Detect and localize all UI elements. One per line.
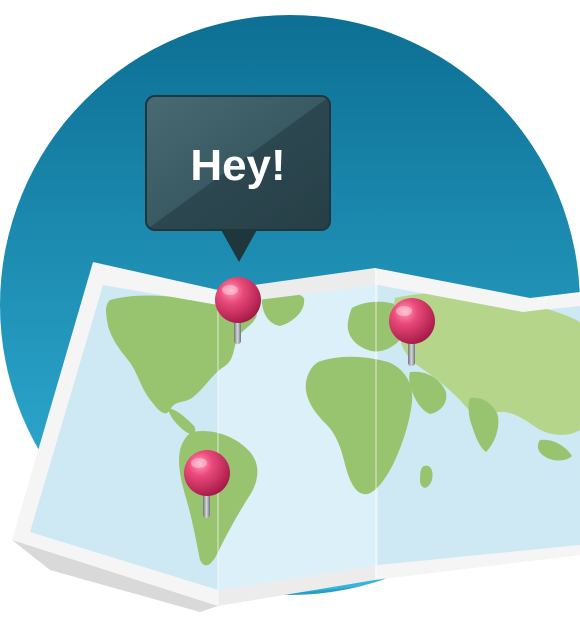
pin-shine [222,285,238,295]
map-illustration: Hey! [0,0,580,640]
folded-world-map-icon [12,262,580,612]
pin-shine [191,458,207,468]
pin-head [389,298,435,344]
pin-shine [396,306,412,316]
pin-head [184,450,230,496]
pin-head [215,277,261,323]
speech-bubble-text: Hey! [190,141,285,190]
illustration-canvas: Hey! [0,15,580,612]
